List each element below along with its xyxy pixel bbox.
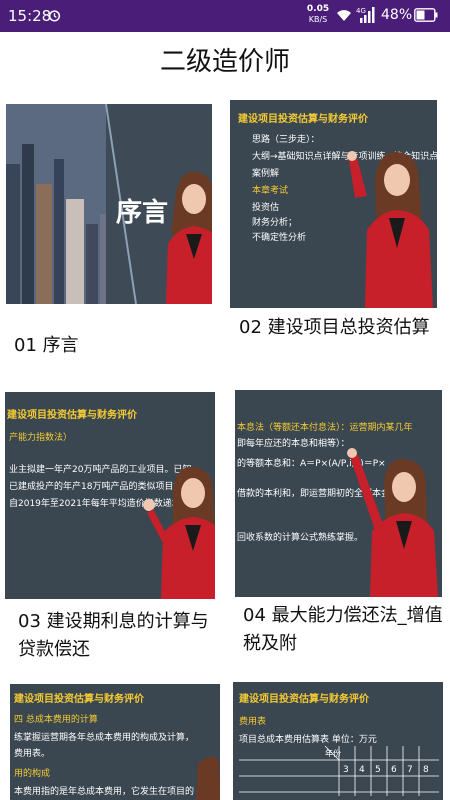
presenter-image xyxy=(347,151,433,308)
table-year: 7 xyxy=(407,765,413,775)
lesson-card-05[interactable]: 建设项目投资估算与财务评价 四 总成本费用的计算 练掌握运营期各年总成本费用的构… xyxy=(0,676,225,800)
cost-table-grid: 3 4 5 6 7 8 xyxy=(239,746,439,796)
page-title: 二级造价师 xyxy=(159,47,290,77)
slide-line: 即每年应还的本息和相等）： xyxy=(237,439,350,449)
signal-icon: 4G xyxy=(356,7,375,23)
table-year: 5 xyxy=(375,765,381,775)
slide-line: 思路（三步走）： xyxy=(252,135,320,145)
slide-line: 本息法（等额还本付息法）：运营期内某几年 xyxy=(237,423,413,433)
slide-line: 案例解 xyxy=(252,169,280,179)
lesson-card-01[interactable]: 序言 01 序言 xyxy=(0,96,225,386)
network-type: 4G xyxy=(356,7,366,15)
slide-line: 练掌握运营期各年总成本费用的构成及计算， xyxy=(14,733,195,743)
slide-line: 产能力指数法） xyxy=(9,433,73,443)
presenter-image xyxy=(347,448,438,597)
slide-line: 四 总成本费用的计算 xyxy=(14,715,98,725)
lesson-card-03[interactable]: 建设项目投资估算与财务评价 产能力指数法） 业主拟建一年产20万吨产品的工业项目… xyxy=(0,386,225,676)
lesson-thumbnail: 建设项目投资估算与财务评价 四 总成本费用的计算 练掌握运营期各年总成本费用的构… xyxy=(10,684,220,800)
lesson-title[interactable]: 01 序言 xyxy=(14,332,214,360)
slide-heading: 建设项目投资估算与财务评价 xyxy=(14,694,144,705)
lesson-thumbnail: 序言 xyxy=(6,104,212,304)
net-speed: 0.05 xyxy=(306,4,330,14)
lesson-thumbnail: 建设项目投资估算与财务评价 思路（三步走）： 大纲→基础知识点详解与专项训练→综… xyxy=(230,100,437,308)
lesson-thumbnail: 建设项目投资估算与财务评价 产能力指数法） 业主拟建一年产20万吨产品的工业项目… xyxy=(5,392,215,599)
table-year: 3 xyxy=(343,765,349,775)
slide-line: 本费用指的是年总成本费用，它发生在项目的 xyxy=(14,787,195,797)
slide-line: 投资估 xyxy=(252,203,280,213)
net-speed-unit: KB/S xyxy=(308,15,328,24)
lesson-title[interactable]: 02 建设项目总投资估算 xyxy=(239,314,439,342)
lesson-card-02[interactable]: 建设项目投资估算与财务评价 思路（三步走）： 大纲→基础知识点详解与专项训练→综… xyxy=(225,96,450,386)
battery-icon xyxy=(414,8,438,22)
table-year: 8 xyxy=(423,765,429,775)
slide-line: 费用表 xyxy=(239,717,267,727)
presenter-image xyxy=(196,756,220,800)
presenter-image xyxy=(143,466,215,599)
wifi-icon xyxy=(337,10,351,21)
presenter-image xyxy=(166,171,212,304)
slide-heading: 建设项目投资估算与财务评价 xyxy=(239,694,369,705)
lesson-thumbnail: 本息法（等额还本付息法）：运营期内某几年 即每年应还的本息和相等）： 的等额本息… xyxy=(235,390,442,597)
lesson-title[interactable]: 03 建设期利息的计算与贷款偿还 xyxy=(18,608,218,664)
status-time: 15:28 xyxy=(8,7,52,25)
lesson-card-06[interactable]: 建设项目投资估算与财务评价 费用表 项目总成本费用估算表 单位：万元 年份 3 … xyxy=(225,676,450,800)
lesson-thumbnail: 建设项目投资估算与财务评价 费用表 项目总成本费用估算表 单位：万元 年份 3 … xyxy=(233,682,443,800)
lesson-title[interactable]: 04 最大能力偿还法_增值税及附 xyxy=(243,602,443,658)
slide-line: 本章考试 xyxy=(252,186,289,196)
status-bar: 15:28 0.05 KB/S 4G 48% xyxy=(0,0,450,32)
slide-line: 用的构成 xyxy=(14,769,51,779)
alarm-icon xyxy=(48,10,61,22)
table-year: 4 xyxy=(359,765,365,775)
slide-heading: 建设项目投资估算与财务评价 xyxy=(7,410,137,421)
slide-line: 费用表。 xyxy=(14,749,51,759)
slide-line: 财务分析； xyxy=(252,218,298,228)
slide-line: 不确定性分析 xyxy=(252,233,307,243)
slide-heading: 建设项目投资估算与财务评价 xyxy=(238,114,368,125)
slide-line: 项目总成本费用估算表 单位：万元 xyxy=(239,735,377,745)
lesson-card-04[interactable]: 本息法（等额还本付息法）：运营期内某几年 即每年应还的本息和相等）： 的等额本息… xyxy=(225,386,450,676)
table-year: 6 xyxy=(391,765,397,775)
battery-percent: 48% xyxy=(381,7,413,23)
